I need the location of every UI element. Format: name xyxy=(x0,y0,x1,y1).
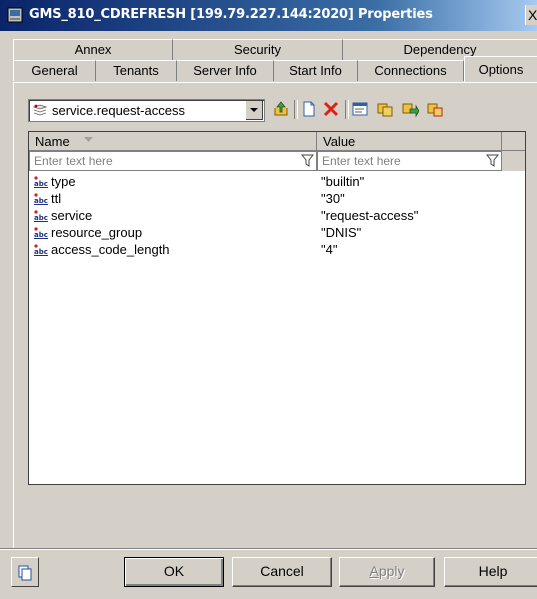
header-filler xyxy=(502,132,525,151)
table-row[interactable]: abc service "request-access" xyxy=(29,207,525,224)
row-name: resource_group xyxy=(51,225,143,240)
tab-security[interactable]: Security xyxy=(173,39,343,60)
svg-text:abc: abc xyxy=(34,248,48,256)
ok-button[interactable]: OK xyxy=(124,557,224,587)
column-header-name[interactable]: Name xyxy=(29,132,317,151)
svg-text:abc: abc xyxy=(34,180,48,188)
name-filter-placeholder: Enter text here xyxy=(34,154,113,168)
options-grid[interactable]: Name Value Enter text here Enter text he… xyxy=(28,131,526,485)
filter-icon[interactable] xyxy=(486,154,499,167)
cancel-button[interactable]: Cancel xyxy=(232,557,332,587)
properties-icon[interactable] xyxy=(351,100,369,118)
toolbar-separator xyxy=(294,100,298,119)
copy-icon[interactable] xyxy=(376,100,394,118)
tab-start-info[interactable]: Start Info xyxy=(274,60,358,81)
import-icon[interactable] xyxy=(426,100,444,118)
string-type-icon: abc xyxy=(34,210,48,222)
title-bar[interactable]: GMS_810_CDREFRESH [199.79.227.144:2020] … xyxy=(0,0,537,31)
dialog-separator xyxy=(0,548,537,550)
section-selector[interactable]: service.request-access xyxy=(28,99,265,122)
help-button[interactable]: Help xyxy=(444,557,537,587)
toolbar-separator xyxy=(345,100,349,119)
table-row[interactable]: abc resource_group "DNIS" xyxy=(29,224,525,241)
row-name: access_code_length xyxy=(51,242,170,257)
chevron-down-icon xyxy=(250,108,258,112)
table-row[interactable]: abc ttl "30" xyxy=(29,190,525,207)
string-type-icon: abc xyxy=(34,176,48,188)
tab-tenants[interactable]: Tenants xyxy=(96,60,177,81)
section-icon xyxy=(33,104,47,116)
value-filter-placeholder: Enter text here xyxy=(322,154,401,168)
string-type-icon: abc xyxy=(34,244,48,256)
tab-general[interactable]: General xyxy=(13,60,96,81)
tab-connections[interactable]: Connections xyxy=(358,60,464,81)
column-header-value-label: Value xyxy=(323,134,356,149)
row-value: "30" xyxy=(321,191,345,206)
section-value: service.request-access xyxy=(52,103,185,118)
svg-text:abc: abc xyxy=(34,197,48,205)
apply-mnemonic: A xyxy=(369,563,379,579)
svg-text:abc: abc xyxy=(34,231,48,239)
tab-options[interactable]: Options xyxy=(464,56,537,83)
table-row[interactable]: abc type "builtin" xyxy=(29,173,525,190)
app-icon xyxy=(7,7,23,23)
row-name: type xyxy=(51,174,76,189)
tab-annex[interactable]: Annex xyxy=(13,39,173,60)
context-help-button[interactable] xyxy=(11,557,39,587)
sort-arrow-icon xyxy=(84,137,93,142)
tab-server-info[interactable]: Server Info xyxy=(177,60,274,81)
column-header-value[interactable]: Value xyxy=(317,132,502,151)
row-value: "builtin" xyxy=(321,174,365,189)
new-item-icon[interactable] xyxy=(300,100,318,118)
row-name: service xyxy=(51,208,93,223)
apply-label: pply xyxy=(378,563,405,579)
name-filter-input[interactable]: Enter text here xyxy=(29,151,317,171)
row-value: "request-access" xyxy=(321,208,419,223)
section-dropdown-button[interactable] xyxy=(245,101,263,120)
copy-window-icon xyxy=(18,565,32,581)
window-title: GMS_810_CDREFRESH [199.79.227.144:2020] … xyxy=(29,7,433,22)
column-header-name-label: Name xyxy=(35,134,70,149)
string-type-icon: abc xyxy=(34,227,48,239)
apply-button[interactable]: Apply xyxy=(339,557,435,587)
up-level-icon[interactable] xyxy=(272,100,290,118)
filter-icon[interactable] xyxy=(301,154,314,167)
row-name: ttl xyxy=(51,191,62,206)
export-icon[interactable] xyxy=(401,100,419,118)
close-button[interactable]: X xyxy=(525,5,537,25)
filter-row-filler xyxy=(502,151,525,171)
row-value: "4" xyxy=(321,242,338,257)
table-row[interactable]: abc access_code_length "4" xyxy=(29,241,525,258)
delete-icon[interactable] xyxy=(322,100,340,118)
string-type-icon: abc xyxy=(34,193,48,205)
value-filter-input[interactable]: Enter text here xyxy=(317,151,502,171)
row-value: "DNIS" xyxy=(321,225,362,240)
svg-text:abc: abc xyxy=(34,214,48,222)
